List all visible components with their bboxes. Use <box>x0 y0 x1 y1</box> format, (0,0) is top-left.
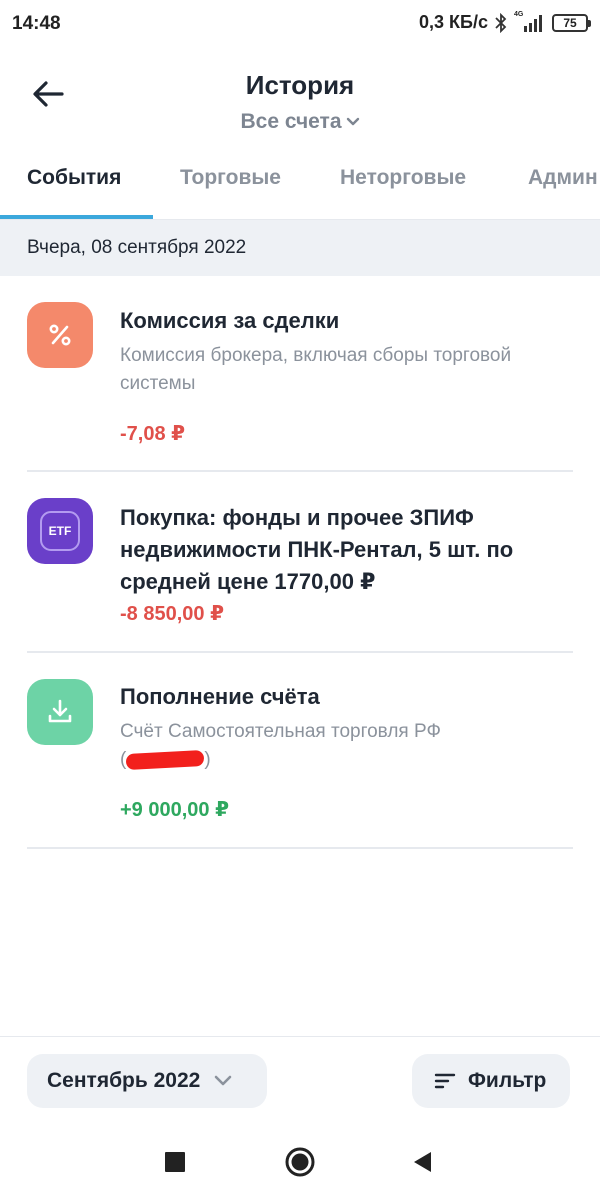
tab-indicator <box>0 215 153 219</box>
event-item-commission[interactable]: Комиссия за сделки Комиссия брокера, вкл… <box>27 276 573 472</box>
bluetooth-icon <box>495 12 507 33</box>
event-title: Пополнение счёта <box>120 684 320 709</box>
event-description: Комиссия брокера, включая сборы торговой… <box>120 345 512 394</box>
battery-level: 75 <box>563 15 577 30</box>
etf-icon-label: ETF <box>48 524 72 538</box>
filter-button[interactable]: Фильтр <box>412 1054 570 1108</box>
bottom-bar: Сентябрь 2022 Фильтр <box>0 1036 600 1122</box>
etf-icon: ETF <box>27 498 93 564</box>
date-label: Вчера, 08 сентября 2022 <box>27 237 247 258</box>
status-indicators: 0,3 КБ/с 4G 75 <box>419 11 591 33</box>
event-description-text: Счёт Самостоятельная торговля РФ <box>120 721 441 742</box>
date-group-header: Вчера, 08 сентября 2022 <box>0 220 600 276</box>
battery-icon: 75 <box>552 13 591 32</box>
filter-label: Фильтр <box>468 1069 547 1092</box>
recents-button[interactable] <box>155 1142 195 1182</box>
filter-icon <box>434 1073 456 1089</box>
month-selector-button[interactable]: Сентябрь 2022 <box>27 1054 267 1108</box>
account-label: Все счета <box>240 110 342 133</box>
redacted-account-number <box>125 749 205 771</box>
event-title: Комиссия за сделки <box>120 308 340 333</box>
status-time: 14:48 <box>12 13 61 34</box>
tab-events[interactable]: События <box>27 166 121 190</box>
month-label: Сентябрь 2022 <box>47 1069 201 1092</box>
paren-close: ) <box>204 749 211 770</box>
home-button[interactable] <box>280 1142 320 1182</box>
tab-bar: События Торговые Неторговые Админ <box>0 152 600 220</box>
event-title: Покупка: фонды и прочее ЗПИФ недвижимост… <box>120 505 514 594</box>
page-title: История <box>245 70 355 100</box>
event-item-purchase[interactable]: ETF Покупка: фонды и прочее ЗПИФ недвижи… <box>27 472 573 653</box>
tab-admin[interactable]: Админ <box>528 166 598 190</box>
system-nav-bar <box>0 1122 600 1200</box>
tab-non-trading[interactable]: Неторговые <box>340 166 466 190</box>
circle-icon <box>285 1147 315 1177</box>
chevron-down-icon <box>215 1075 232 1086</box>
back-nav-button[interactable] <box>402 1142 442 1182</box>
account-selector[interactable]: Все счета <box>0 110 600 134</box>
event-amount: -7,08 ₽ <box>120 423 186 445</box>
network-speed: 0,3 КБ/с <box>419 12 488 32</box>
tab-trading[interactable]: Торговые <box>180 166 281 190</box>
chevron-down-icon <box>346 117 359 126</box>
event-amount: -8 850,00 ₽ <box>120 603 224 625</box>
square-icon <box>165 1152 185 1172</box>
event-description: Счёт Самостоятельная торговля РФ () <box>120 718 560 774</box>
header: История Все счета <box>0 60 600 150</box>
event-amount: +9 000,00 ₽ <box>120 799 230 821</box>
event-item-deposit[interactable]: Пополнение счёта Счёт Самостоятельная то… <box>27 653 573 849</box>
signal-icon: 4G <box>514 11 546 33</box>
status-bar: 14:48 0,3 КБ/с 4G 75 <box>0 0 600 46</box>
download-icon <box>27 679 93 745</box>
percent-icon <box>27 302 93 368</box>
triangle-left-icon <box>414 1152 431 1172</box>
